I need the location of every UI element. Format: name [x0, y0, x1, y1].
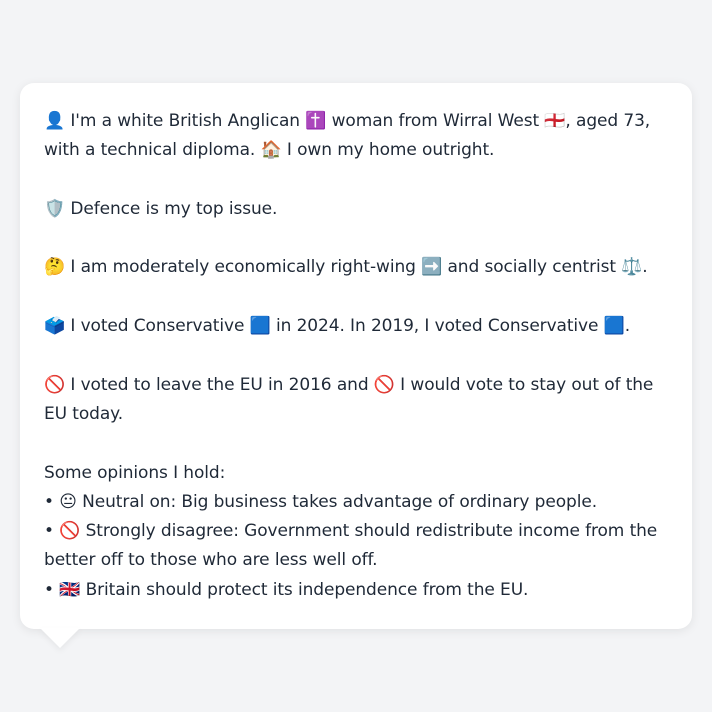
political-position-text: 🤔 I am moderately economically right-win… — [44, 257, 648, 278]
opinion-item: • 🇬🇧 Britain should protect its independ… — [44, 579, 529, 600]
opinion-item: • 🚫 Strongly disagree: Government should… — [44, 521, 658, 571]
voting-history-text: 🗳️ I voted Conservative 🟦 in 2024. In 20… — [44, 316, 631, 337]
eu-vote-text: 🚫 I voted to leave the EU in 2016 and 🚫 … — [44, 374, 654, 424]
opinions-heading: Some opinions I hold: — [44, 462, 226, 483]
persona-message-bubble: 👤 I'm a white British Anglican ✝️ woman … — [20, 83, 692, 629]
opinion-item: • 😐 Neutral on: Big business takes advan… — [44, 491, 597, 512]
identity-text: 👤 I'm a white British Anglican ✝️ woman … — [44, 111, 651, 161]
top-issue-text: 🛡️ Defence is my top issue. — [44, 198, 278, 219]
bubble-tail — [40, 628, 80, 648]
